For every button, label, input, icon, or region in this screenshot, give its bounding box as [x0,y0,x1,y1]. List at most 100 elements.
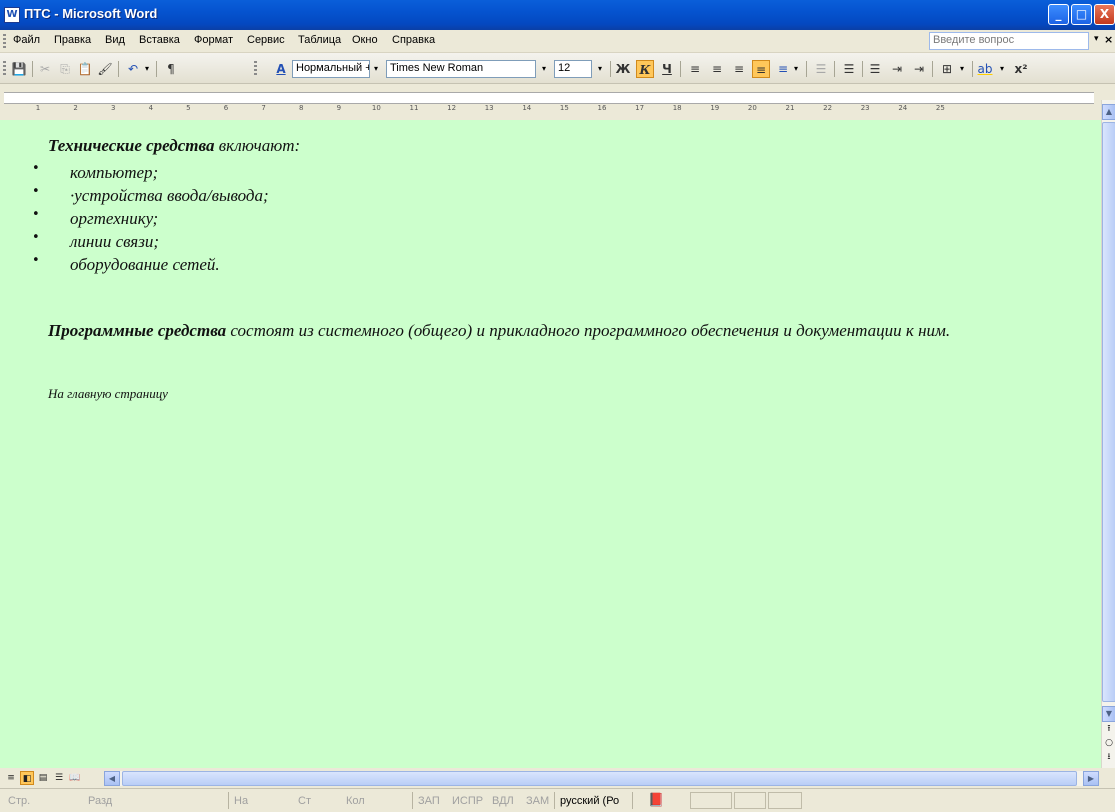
ruler-number: 15 [559,104,569,112]
menu-window[interactable]: Окно [352,34,378,46]
save-icon[interactable]: 💾 [10,60,28,78]
ruler-number: 1 [35,104,41,112]
menu-format[interactable]: Формат [194,34,233,46]
italic-button[interactable]: К [636,60,654,78]
style-select[interactable]: Нормальный + 1 [292,60,370,78]
copy-icon[interactable]: ⎘ [56,60,74,78]
font-size-select[interactable]: 12 [554,60,592,78]
scroll-right-icon[interactable]: ▶ [1083,771,1099,786]
outline-view-icon[interactable]: ☰ [52,771,66,785]
word-app-icon[interactable]: W [4,7,20,23]
underline-button[interactable]: Ч [658,60,676,78]
undo-icon[interactable]: ↶ [124,60,142,78]
status-trk[interactable]: ИСПР [452,795,483,807]
styles-icon[interactable]: A [272,60,290,78]
ruler-number: 14 [522,104,532,112]
font-dropdown-icon[interactable]: ▾ [538,60,550,78]
ruler-number: 8 [298,104,304,112]
list-item: • ·устройства ввода/вывода; [30,184,269,207]
help-close-icon[interactable]: × [1104,33,1113,46]
status-ovr[interactable]: ЗАМ [526,795,549,807]
menu-table[interactable]: Таблица [298,34,341,46]
document-page[interactable]: Технические средства включают: • компьюте… [0,120,1101,768]
web-layout-view-icon[interactable]: ◧ [20,771,34,785]
paragraph-technical: Технические средства включают: [48,136,300,156]
menu-tools[interactable]: Сервис [247,34,285,46]
undo-dropdown-icon[interactable]: ▾ [141,60,153,78]
ruler-number: 16 [597,104,607,112]
toolbar-grip-icon[interactable] [254,61,257,75]
align-center-button[interactable]: ≡ [708,60,726,78]
status-line: Ст [298,795,311,807]
print-layout-view-icon[interactable]: ▤ [36,771,50,785]
scroll-left-icon[interactable]: ◀ [104,771,120,786]
bullet-icon: • [32,230,40,245]
toolbar-grip-icon[interactable] [3,61,6,75]
columns-button[interactable]: ☰ [812,60,830,78]
highlight-button[interactable]: ab [976,60,994,78]
view-bar: ≡ ◧ ▤ ☰ 📖 ◀ ▶ [0,768,1115,788]
pilcrow-icon[interactable]: ¶ [162,60,180,78]
align-right-button[interactable]: ≡ [730,60,748,78]
horizontal-scrollbar[interactable]: ◀ ▶ [104,771,1099,786]
scroll-up-icon[interactable]: ▲ [1102,104,1115,120]
reading-layout-icon[interactable]: 📖 [68,771,82,785]
menu-view[interactable]: Вид [105,34,125,46]
decrease-indent-button[interactable]: ⇥ [888,60,906,78]
minimize-button[interactable]: _ [1048,4,1069,25]
cut-icon[interactable]: ✂ [36,60,54,78]
status-ext[interactable]: ВДЛ [492,795,514,807]
spelling-status-icon[interactable]: 📕 [648,792,664,808]
bullet-icon: • [32,184,40,199]
scroll-down-icon[interactable]: ▼ [1102,706,1115,722]
font-size-dropdown-icon[interactable]: ▾ [594,60,606,78]
help-question-input[interactable]: Введите вопрос [929,32,1089,50]
select-browse-object-icon[interactable]: ○ [1104,738,1114,748]
ruler-number: 18 [672,104,682,112]
menu-insert[interactable]: Вставка [139,34,180,46]
home-page-link[interactable]: На главную страницу [48,386,168,402]
superscript-button[interactable]: x² [1012,60,1030,78]
increase-indent-button[interactable]: ⇥ [910,60,928,78]
toolbar-separator [806,61,807,77]
ruler-number: 4 [148,104,154,112]
line-spacing-dropdown-icon[interactable]: ▾ [790,60,802,78]
bullets-button[interactable]: ☰ [866,60,884,78]
menu-edit[interactable]: Правка [54,34,91,46]
format-painter-icon[interactable]: 🖌 [96,60,114,78]
paragraph-software: Программные средства состоят из системно… [20,318,1100,343]
toolbar-separator [862,61,863,77]
menu-grip-icon[interactable] [3,34,6,48]
font-select[interactable]: Times New Roman [386,60,536,78]
menu-help[interactable]: Справка [392,34,435,46]
status-rec[interactable]: ЗАП [418,795,440,807]
menu-file[interactable]: Файл [13,34,40,46]
justify-button[interactable]: ≡ [752,60,770,78]
maximize-button[interactable]: □ [1071,4,1092,25]
align-left-button[interactable]: ≡ [686,60,704,78]
close-button[interactable]: X [1094,4,1115,25]
normal-view-icon[interactable]: ≡ [4,771,18,785]
next-page-icon[interactable]: ⭳ [1104,752,1114,762]
previous-page-icon[interactable]: ⭱ [1104,724,1114,734]
status-empty-box [690,792,732,809]
borders-button[interactable]: ⊞ [938,60,956,78]
horizontal-scroll-thumb[interactable] [122,771,1077,786]
borders-dropdown-icon[interactable]: ▾ [956,60,968,78]
paste-icon[interactable]: 📋 [76,60,94,78]
status-language[interactable]: русский (Ро [560,795,619,807]
vertical-scroll-thumb[interactable] [1102,122,1115,702]
highlight-dropdown-icon[interactable]: ▾ [996,60,1008,78]
software-rest: состоят из системного (общего) и приклад… [226,321,951,340]
bold-button[interactable]: Ж [614,60,632,78]
ruler-number: 25 [935,104,945,112]
help-dropdown-icon[interactable]: ▾ [1094,34,1099,44]
status-column: Кол [346,795,365,807]
style-dropdown-icon[interactable]: ▾ [370,60,382,78]
vertical-scrollbar[interactable]: ▲ ▼ ⭱ ○ ⭳ [1101,100,1115,768]
horizontal-ruler[interactable]: ▽ [0,84,1115,177]
numbering-button[interactable]: ☰ [840,60,858,78]
technical-heading: Технические средства [48,136,215,155]
menu-bar: Файл Правка Вид Вставка Формат Сервис Та… [0,30,1115,53]
toolbar-separator [972,61,973,77]
